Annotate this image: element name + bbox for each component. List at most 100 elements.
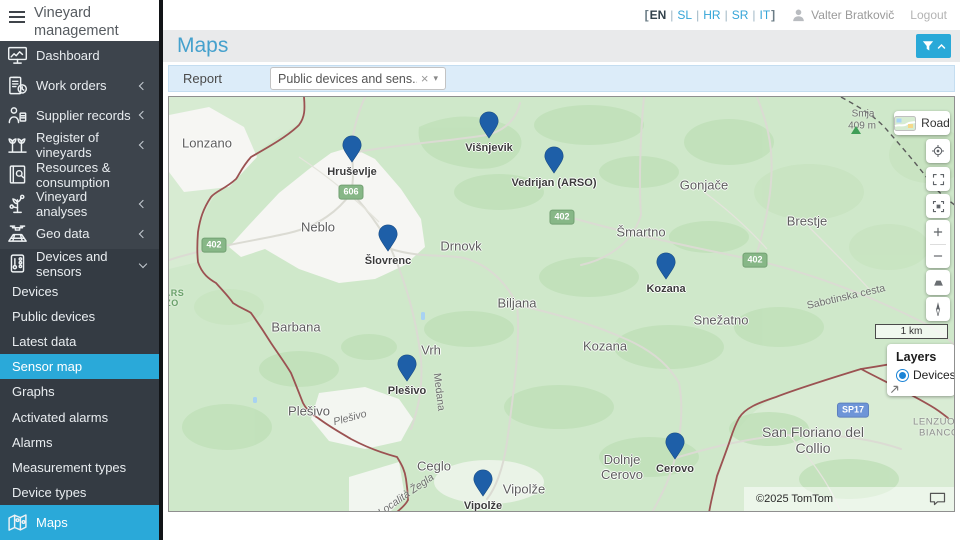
- feedback-bubble-icon[interactable]: [929, 492, 946, 506]
- supplier-records-icon: [5, 103, 29, 127]
- sidebar-item-measurement-types[interactable]: Measurement types: [0, 455, 159, 480]
- sidebar-item-dashboard[interactable]: Dashboard: [0, 41, 159, 71]
- fullscreen-button[interactable]: [926, 167, 950, 191]
- peak-name-label: Smja: [852, 109, 875, 120]
- zoom-out-button[interactable]: [926, 245, 950, 269]
- zoom-in-button[interactable]: [926, 220, 950, 244]
- sidebar-item-geo-data[interactable]: Geo data: [0, 219, 159, 249]
- sidebar-item-devices[interactable]: Devices: [0, 279, 159, 304]
- expand-panel-arrow-icon[interactable]: [889, 384, 900, 395]
- map-town-label-lonzano: Lonzano: [182, 136, 232, 151]
- sidebar-item-label: Geo data: [36, 226, 90, 241]
- clear-icon[interactable]: ×: [421, 71, 429, 86]
- layer-option-devices[interactable]: Devices: [896, 368, 950, 382]
- page-header: Maps: [163, 30, 960, 62]
- map-pin-kozana[interactable]: [656, 252, 677, 280]
- map-pin-vipolže[interactable]: [473, 469, 494, 497]
- chevron-left-icon: [139, 111, 147, 119]
- map-town-label-vrh: Vrh: [421, 343, 441, 358]
- map-area-label-lenzuolo: LENZUOLO: [913, 417, 955, 428]
- user-box: Valter Bratkovič: [791, 8, 894, 22]
- tilt-button[interactable]: [926, 270, 950, 295]
- map-area-label-zo: ZO: [168, 298, 179, 308]
- sidebar-item-register-of-vineyards[interactable]: Register of vineyards: [0, 130, 159, 160]
- fullscreen-icon: [931, 172, 946, 187]
- report-select[interactable]: Public devices and sens... × ▾: [270, 67, 446, 90]
- map-town-label-ceglo: Ceglo: [417, 459, 451, 474]
- map-town-label-plešivo: Plešivo: [288, 404, 330, 419]
- map-pin-cerovo[interactable]: [665, 432, 686, 460]
- map-pin-label-kozana: Kozana: [646, 283, 685, 295]
- map-pin-label-višnjevik: Višnjevik: [465, 142, 513, 154]
- copyright-text: ©2025 TomTom: [756, 493, 833, 505]
- map-town-label-vipolže: Vipolže: [503, 482, 545, 497]
- radio-selected-icon[interactable]: [896, 369, 909, 382]
- filter-toggle-button[interactable]: [916, 34, 951, 58]
- layer-option-label: Devices: [913, 368, 955, 382]
- bracket-close: ]: [771, 8, 775, 22]
- sidebar-item-supplier-records[interactable]: Supplier records: [0, 100, 159, 130]
- layers-panel: Layers Devices: [887, 344, 955, 396]
- compass-button[interactable]: [926, 297, 950, 321]
- layers-title: Layers: [896, 350, 950, 364]
- sidebar-item-resources-consumption[interactable]: Resources & consumption: [0, 160, 159, 190]
- map-style-label: Road: [921, 116, 950, 130]
- sidebar-item-latest-data[interactable]: Latest data: [0, 329, 159, 354]
- chevron-left-icon: [139, 81, 147, 89]
- sidebar-item-devices-and-sensors[interactable]: Devices and sensors: [0, 249, 159, 279]
- map-town-label-šmartno: Šmartno: [616, 225, 665, 240]
- sidebar-item-alarms[interactable]: Alarms: [0, 430, 159, 455]
- language-hr[interactable]: HR: [703, 8, 720, 22]
- map-town-label-brestje: Brestje: [787, 214, 827, 229]
- chevron-left-icon: [139, 141, 147, 149]
- sidebar-item-device-types[interactable]: Device types: [0, 480, 159, 505]
- map-town-label-neblo: Neblo: [301, 220, 335, 235]
- dropdown-arrow-icon[interactable]: ▾: [434, 73, 439, 84]
- map-pin-višnjevik[interactable]: [479, 111, 500, 139]
- map-town-label-kozana: Kozana: [583, 339, 627, 354]
- sidebar-subitem-label: Activated alarms: [12, 410, 108, 425]
- sidebar-item-label: Resources & consumption: [36, 160, 151, 190]
- report-label: Report: [183, 71, 222, 86]
- sidebar-item-sensor-map[interactable]: Sensor map: [0, 354, 159, 379]
- sidebar-item-vineyard-analyses[interactable]: Vineyard analyses: [0, 189, 159, 219]
- map-town-label-biljana: Biljana: [497, 296, 536, 311]
- register-vineyards-icon: [5, 133, 29, 157]
- map-pin-plešivo[interactable]: [397, 354, 418, 382]
- map-style-button[interactable]: Road: [894, 111, 950, 135]
- geo-data-icon: [5, 222, 29, 246]
- map-pin-hruševlje[interactable]: [342, 135, 363, 163]
- sidebar-item-label: Maps: [36, 515, 68, 530]
- page-title: Maps: [177, 34, 228, 58]
- map-town-label-barbana: Barbana: [271, 320, 320, 335]
- sidebar-subitem-label: Devices: [12, 284, 58, 299]
- sidebar-item-maps[interactable]: Maps: [0, 505, 159, 540]
- vineyard-analyses-icon: [5, 192, 29, 216]
- sidebar-item-activated-alarms[interactable]: Activated alarms: [0, 404, 159, 429]
- map-town-label-drnovk: Drnovk: [440, 239, 481, 254]
- chevron-left-icon: [139, 230, 147, 238]
- center-map-button[interactable]: [926, 194, 950, 218]
- sidebar-item-public-devices[interactable]: Public devices: [0, 304, 159, 329]
- sidebar-subitem-label: Device types: [12, 485, 86, 500]
- logout-link[interactable]: Logout: [910, 8, 947, 22]
- filter-bar: Report Public devices and sens... × ▾: [168, 65, 955, 92]
- peak-triangle-icon: [851, 126, 861, 134]
- map-canvas[interactable]: Lonzano Neblo Drnovk Gonjače Šmartno Brestje B…: [168, 96, 955, 512]
- language-sr[interactable]: SR: [732, 8, 749, 22]
- map-area-label-ars: ARS: [168, 288, 184, 298]
- language-it[interactable]: IT: [759, 8, 770, 22]
- hamburger-menu-icon[interactable]: [9, 11, 25, 23]
- map-town-label-dolnje-cerovo: Dolnje Cerovo: [593, 453, 651, 483]
- map-pin-label-vedrijan-arso: Vedrijan (ARSO): [512, 177, 597, 189]
- map-pin-vedrijan-arso[interactable]: [544, 146, 565, 174]
- map-pin-label-šlovrenc: Šlovrenc: [365, 255, 411, 267]
- sidebar-item-graphs[interactable]: Graphs: [0, 379, 159, 404]
- language-en[interactable]: EN: [650, 8, 667, 22]
- map-town-label-gonjače: Gonjače: [680, 178, 728, 193]
- map-pin-šlovrenc[interactable]: [378, 224, 399, 252]
- sidebar-item-work-orders[interactable]: Work orders: [0, 71, 159, 101]
- language-sl[interactable]: SL: [677, 8, 692, 22]
- locate-button[interactable]: [926, 139, 950, 163]
- sidebar-subitem-label: Measurement types: [12, 460, 126, 475]
